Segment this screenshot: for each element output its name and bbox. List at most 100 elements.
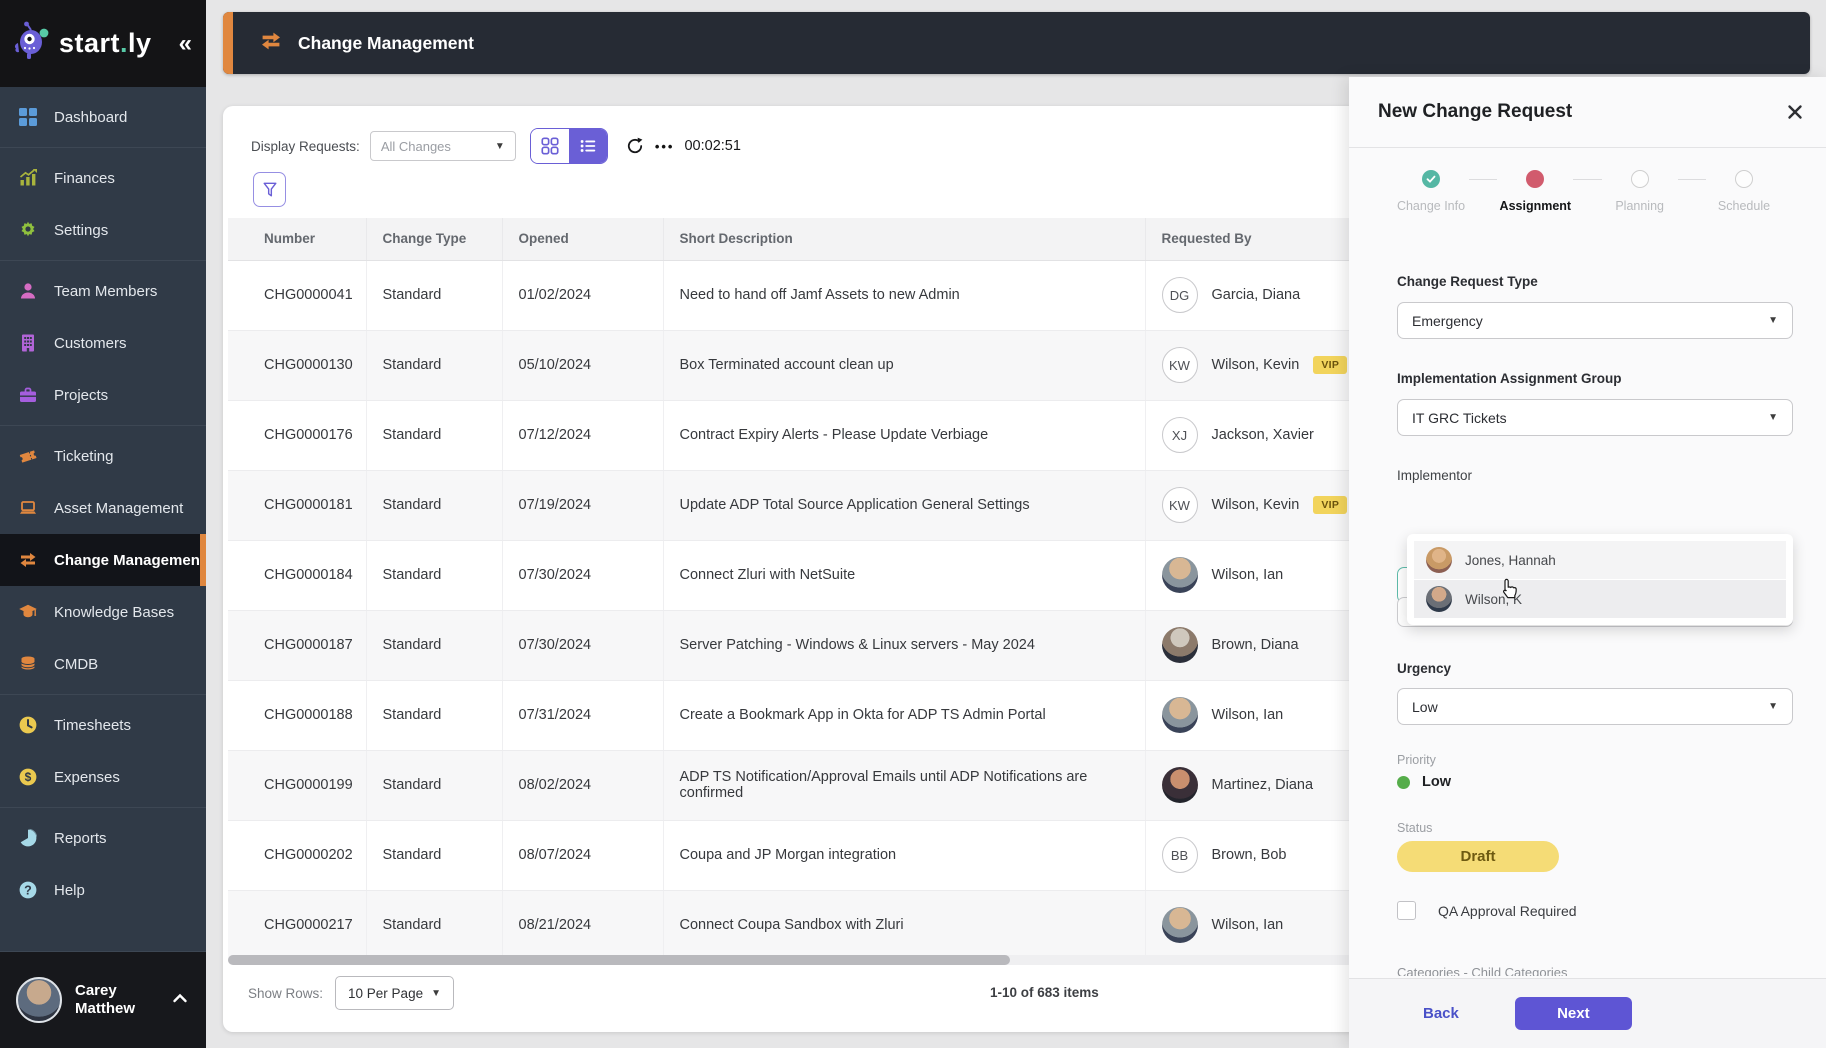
sidebar-item-projects[interactable]: Projects (0, 369, 206, 421)
sidebar-item-help[interactable]: ?Help (0, 864, 206, 916)
sidebar-item-reports[interactable]: Reports (0, 812, 206, 864)
cmdb-icon (17, 653, 39, 675)
implementor-option[interactable]: Wilson, K (1414, 580, 1786, 618)
requester-name: Brown, Diana (1212, 637, 1299, 653)
sidebar-item-cmdb[interactable]: CMDB (0, 638, 206, 690)
sidebar-item-expenses[interactable]: $Expenses (0, 751, 206, 803)
step-connector (1678, 179, 1706, 181)
cell-description: Need to hand off Jamf Assets to new Admi… (663, 260, 1145, 330)
implementor-label: Implementor (1397, 468, 1793, 483)
cell-description: Connect Coupa Sandbox with Zluri (663, 890, 1145, 960)
sidebar-item-customers[interactable]: Customers (0, 317, 206, 369)
avatar (1426, 547, 1452, 573)
sidebar-item-label: Customers (54, 335, 127, 352)
scrollbar-thumb[interactable] (228, 955, 1010, 965)
caret-down-icon: ▼ (1768, 701, 1778, 712)
cell-number: CHG0000176 (228, 400, 366, 470)
qa-approval-checkbox[interactable] (1397, 901, 1416, 920)
display-requests-select[interactable]: All Changes ▼ (370, 131, 516, 161)
help-icon: ? (17, 879, 39, 901)
change-request-type-field: Change Request Type (1397, 274, 1793, 289)
step-schedule[interactable]: Schedule (1706, 170, 1782, 213)
step-planning[interactable]: Planning (1602, 170, 1678, 213)
refresh-icon[interactable] (624, 135, 646, 157)
page-title: Change Management (298, 33, 474, 54)
cell-opened: 07/30/2024 (502, 540, 663, 610)
grid-view-button[interactable] (531, 129, 569, 163)
qa-approval-field: QA Approval Required (1397, 901, 1793, 920)
user-profile[interactable]: Carey Matthew (0, 951, 206, 1048)
status-badge: Draft (1397, 841, 1559, 872)
back-button[interactable]: Back (1423, 1005, 1459, 1022)
sidebar-item-label: Finances (54, 170, 115, 187)
cell-description: Box Terminated account clean up (663, 330, 1145, 400)
sidebar-group: Dashboard (0, 87, 206, 147)
cell-number: CHG0000199 (228, 750, 366, 820)
implementor-option[interactable]: Jones, Hannah (1414, 541, 1786, 579)
sidebar-item-knowledge-bases[interactable]: Knowledge Bases (0, 586, 206, 638)
urgency-select[interactable]: Low ▼ (1397, 688, 1793, 725)
session-timer: 00:02:51 (684, 138, 740, 154)
requester-name: Wilson, Ian (1212, 707, 1284, 723)
step-assignment[interactable]: Assignment (1497, 170, 1573, 213)
assignment-group-label: Implementation Assignment Group (1397, 371, 1793, 386)
sidebar-item-label: Reports (54, 830, 107, 847)
column-header: Change Type (366, 218, 502, 260)
avatar: XJ (1162, 417, 1198, 453)
next-button[interactable]: Next (1515, 997, 1632, 1030)
requester-name: Wilson, Ian (1212, 567, 1284, 583)
requester-name: Wilson, Kevin (1212, 357, 1300, 373)
sidebar-item-label: Team Members (54, 283, 157, 300)
filter-button[interactable] (253, 172, 286, 207)
cell-number: CHG0000130 (228, 330, 366, 400)
change-management-icon (17, 549, 39, 571)
sidebar-collapse-button[interactable]: « (179, 30, 192, 58)
sidebar-item-ticketing[interactable]: Ticketing (0, 430, 206, 482)
avatar: KW (1162, 487, 1198, 523)
step-label: Assignment (1500, 199, 1572, 213)
change-request-type-select-wrap: Emergency ▼ (1397, 302, 1793, 339)
caret-down-icon: ▼ (431, 988, 441, 999)
sidebar-group: Reports ?Help (0, 807, 206, 920)
sidebar-item-team-members[interactable]: Team Members (0, 265, 206, 317)
user-avatar (16, 977, 62, 1023)
sidebar-item-dashboard[interactable]: Dashboard (0, 91, 206, 143)
column-header: Opened (502, 218, 663, 260)
sidebar-item-settings[interactable]: Settings (0, 204, 206, 256)
change-management-icon (259, 29, 283, 58)
pagination: Show Rows: 10 Per Page ▼ (248, 975, 454, 1011)
chevron-up-icon[interactable] (170, 988, 190, 1013)
sidebar-item-asset-management[interactable]: Asset Management (0, 482, 206, 534)
assignment-group-field: Implementation Assignment Group (1397, 371, 1793, 386)
header-accent-bar (223, 12, 233, 74)
cell-opened: 08/02/2024 (502, 750, 663, 820)
list-view-button[interactable] (569, 129, 607, 163)
sidebar-item-timesheets[interactable]: Timesheets (0, 699, 206, 751)
avatar: BB (1162, 837, 1198, 873)
change-request-type-select[interactable]: Emergency ▼ (1397, 302, 1793, 339)
cell-description: Contract Expiry Alerts - Please Update V… (663, 400, 1145, 470)
more-options-icon[interactable]: ••• (655, 139, 675, 154)
sidebar-group: Team Members Customers Projects (0, 260, 206, 425)
team-members-icon (17, 280, 39, 302)
show-rows-label: Show Rows: (248, 986, 323, 1001)
priority-value: Low (1397, 774, 1793, 790)
finances-icon (17, 167, 39, 189)
option-name: Wilson, K (1465, 592, 1522, 607)
vip-badge: VIP (1313, 356, 1347, 374)
sidebar-item-label: Knowledge Bases (54, 604, 174, 621)
assignment-group-select[interactable]: IT GRC Tickets ▼ (1397, 399, 1793, 436)
sidebar: start.ly « DashboardFinancesSettingsTeam… (0, 0, 206, 1048)
cell-type: Standard (366, 610, 502, 680)
status-field: Status (1397, 821, 1793, 835)
sidebar-item-change-management[interactable]: Change Management (0, 534, 206, 586)
cell-number: CHG0000202 (228, 820, 366, 890)
step-change-info[interactable]: Change Info (1393, 170, 1469, 213)
page-size-select[interactable]: 10 Per Page ▼ (335, 976, 454, 1010)
close-icon[interactable] (1786, 103, 1804, 121)
cell-opened: 05/10/2024 (502, 330, 663, 400)
sidebar-item-finances[interactable]: Finances (0, 152, 206, 204)
sidebar-item-label: Settings (54, 222, 108, 239)
urgency-select-wrap: Low ▼ (1397, 688, 1793, 725)
cell-opened: 07/19/2024 (502, 470, 663, 540)
